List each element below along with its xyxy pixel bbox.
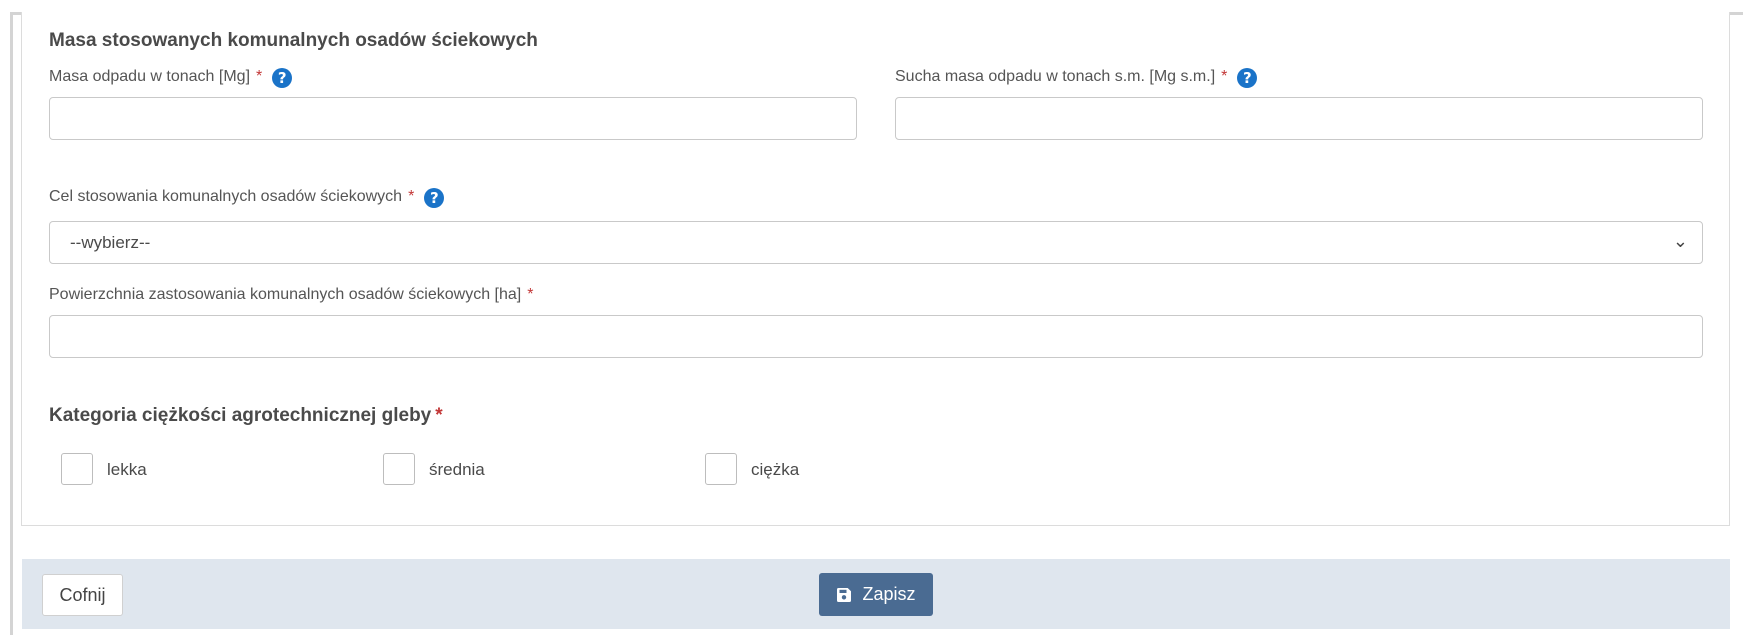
floppy-disk-icon xyxy=(837,587,852,602)
required-marker: * xyxy=(1221,68,1228,85)
required-marker: * xyxy=(256,68,263,85)
mass-label: Masa odpadu w tonach [Mg] *? xyxy=(49,68,293,88)
required-marker: * xyxy=(408,188,415,205)
form-footer: Cofnij Zapisz xyxy=(22,559,1730,629)
purpose-select[interactable]: --wybierz-- ⌄ xyxy=(49,221,1703,264)
back-button[interactable]: Cofnij xyxy=(42,574,123,616)
checkbox-label-ciezka: ciężka xyxy=(751,460,800,479)
purpose-select-value: --wybierz-- xyxy=(70,233,151,252)
mass-input[interactable] xyxy=(49,97,857,140)
required-marker: * xyxy=(527,286,534,303)
area-input[interactable] xyxy=(49,315,1703,358)
checkbox-srednia[interactable] xyxy=(383,453,415,485)
soil-category-title-text: Kategoria ciężkości agrotechnicznej gleb… xyxy=(49,405,432,426)
dry-mass-label-text: Sucha masa odpadu w tonach s.m. [Mg s.m.… xyxy=(895,68,1216,85)
help-icon[interactable]: ? xyxy=(424,188,445,208)
checkbox-label-srednia: średnia xyxy=(429,460,485,479)
save-button-label: Zapisz xyxy=(862,584,916,604)
chevron-down-icon: ⌄ xyxy=(1672,231,1688,252)
save-button[interactable]: Zapisz xyxy=(819,573,933,616)
dry-mass-input[interactable] xyxy=(895,97,1703,140)
purpose-label-text: Cel stosowania komunalnych osadów ścieko… xyxy=(49,188,403,205)
mass-label-text: Masa odpadu w tonach [Mg] xyxy=(49,68,251,85)
required-marker: * xyxy=(435,405,443,426)
checkbox-ciezka[interactable] xyxy=(705,453,737,485)
area-label: Powierzchnia zastosowania komunalnych os… xyxy=(49,286,533,304)
help-icon[interactable]: ? xyxy=(1237,68,1258,88)
dry-mass-label: Sucha masa odpadu w tonach s.m. [Mg s.m.… xyxy=(895,68,1258,88)
section-title: Masa stosowanych komunalnych osadów ście… xyxy=(49,30,538,51)
checkbox-lekka[interactable] xyxy=(61,453,93,485)
checkbox-label-lekka: lekka xyxy=(107,460,147,479)
soil-category-title: Kategoria ciężkości agrotechnicznej gleb… xyxy=(49,405,443,427)
help-icon[interactable]: ? xyxy=(272,68,293,88)
form-card xyxy=(21,12,1730,526)
area-label-text: Powierzchnia zastosowania komunalnych os… xyxy=(49,286,522,303)
purpose-label: Cel stosowania komunalnych osadów ścieko… xyxy=(49,188,445,208)
